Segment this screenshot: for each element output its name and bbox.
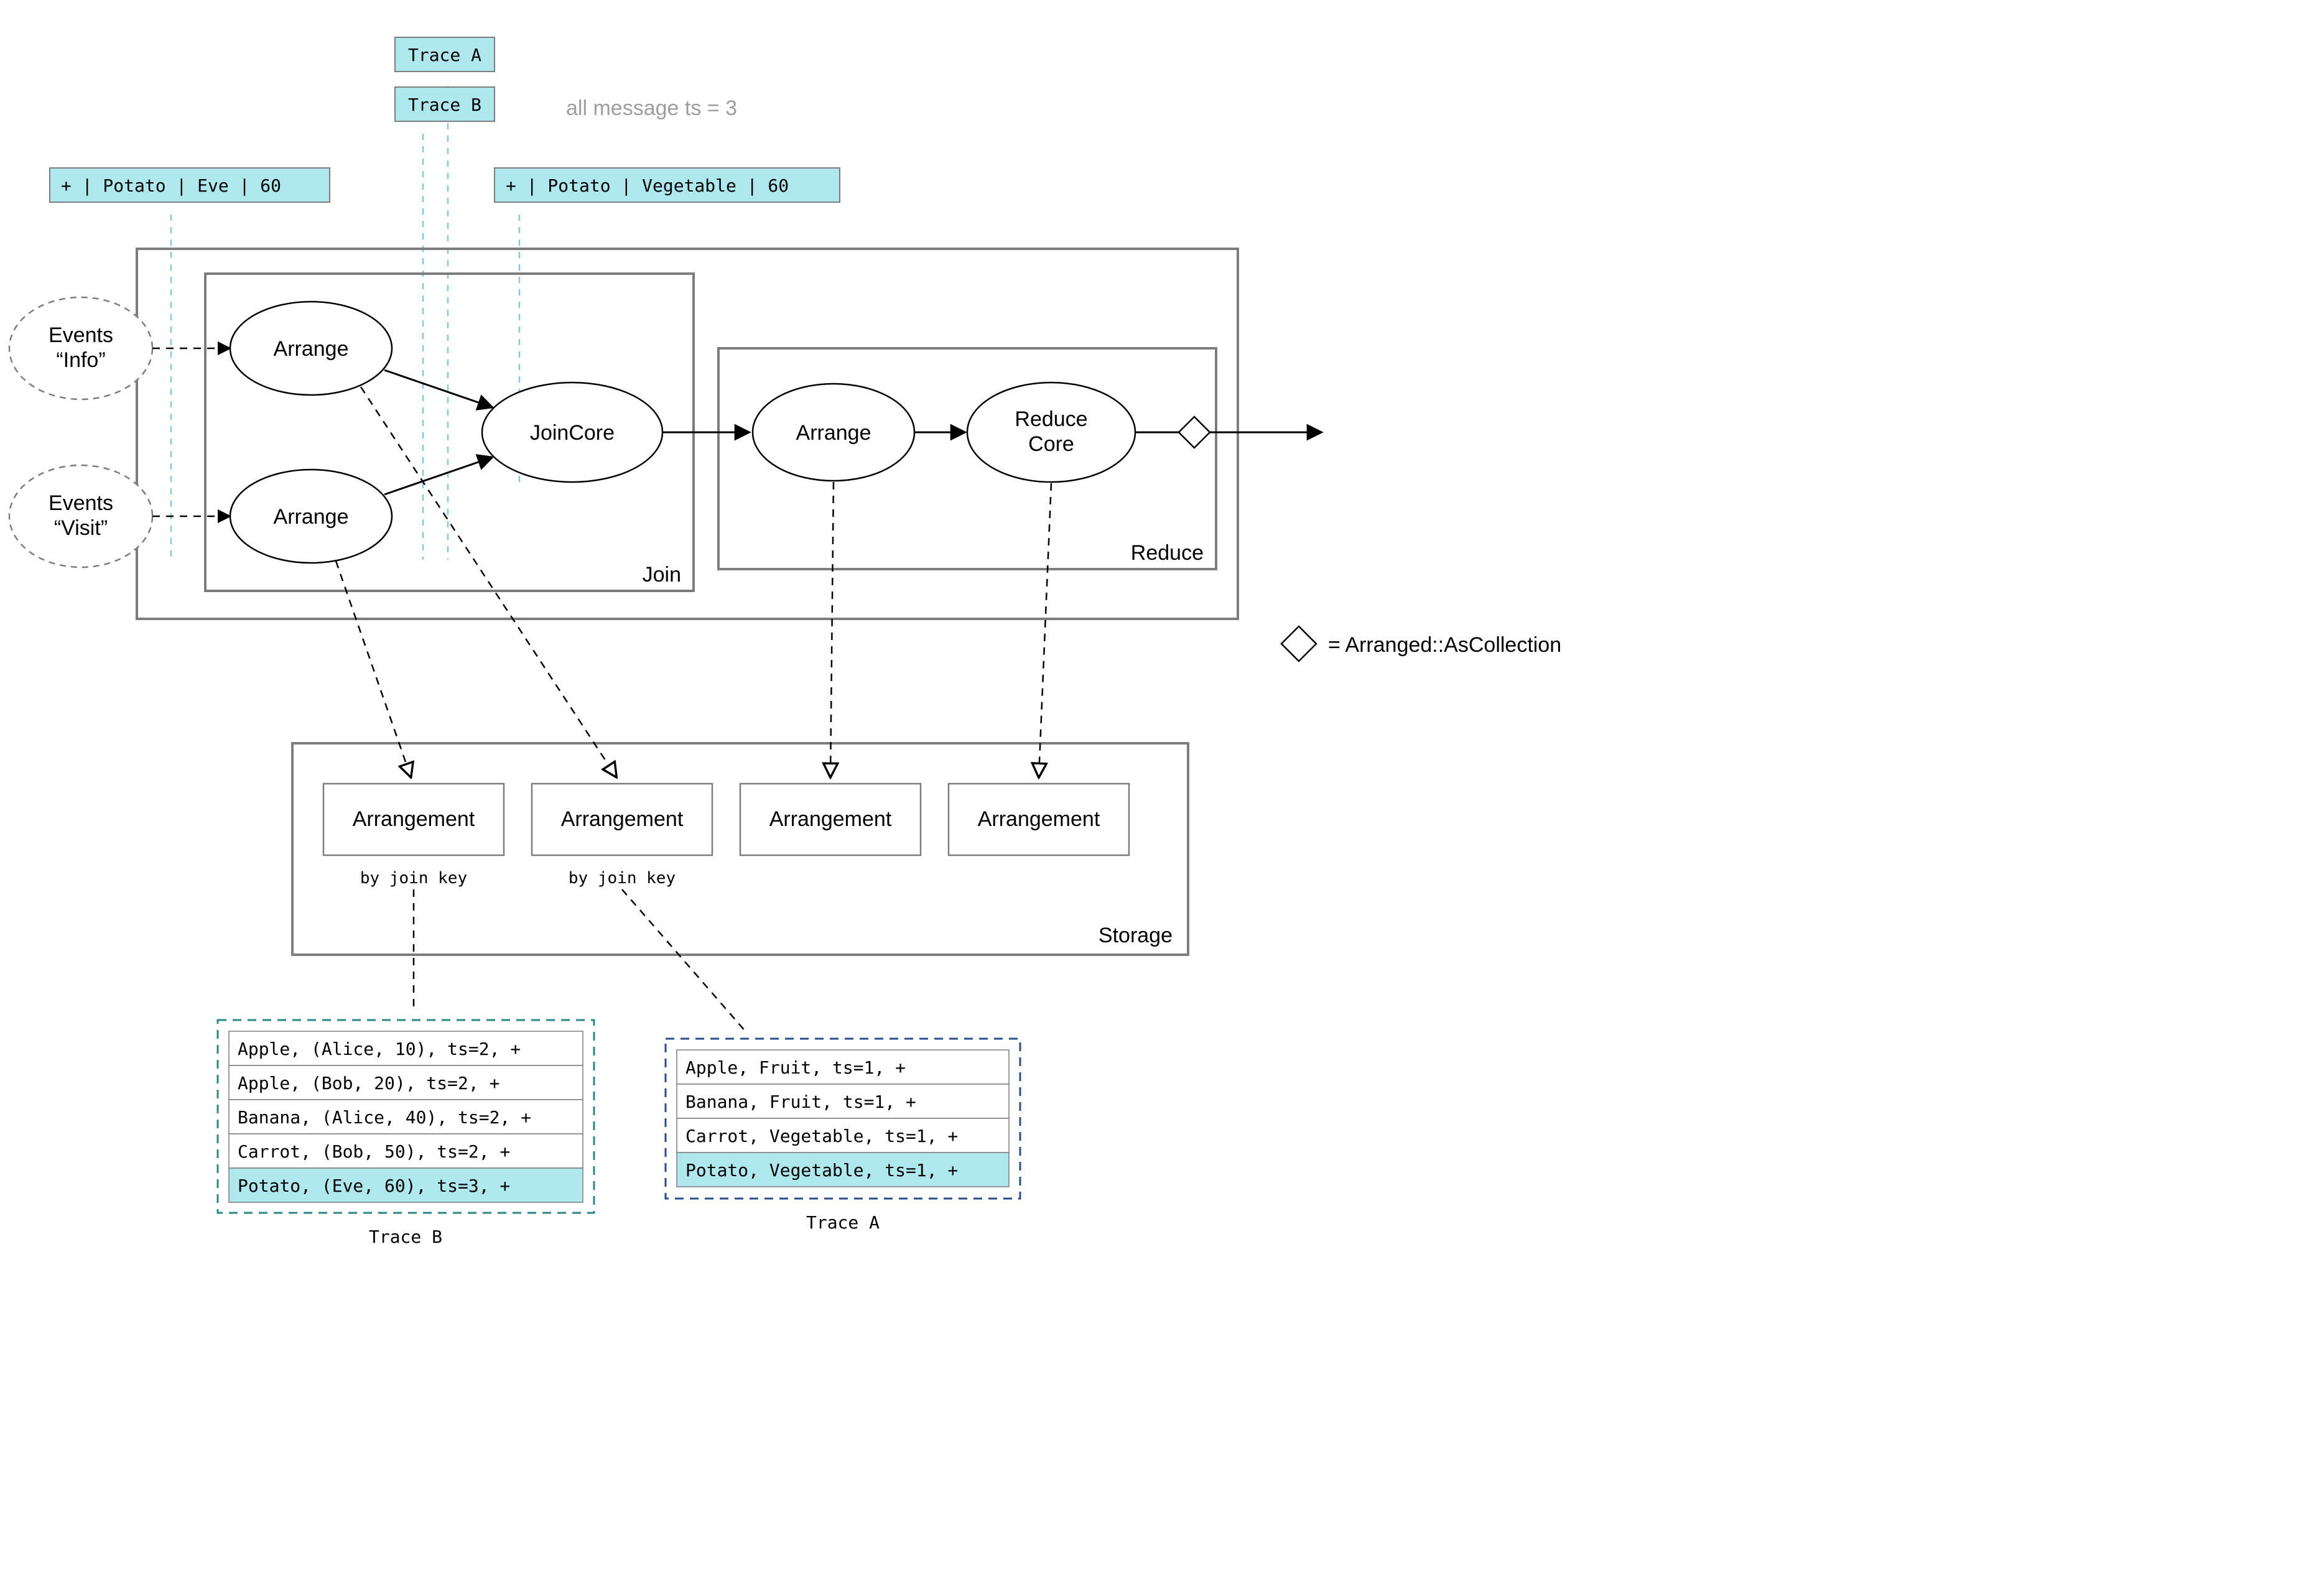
arrow-arrange2-joincore <box>384 457 493 494</box>
reduce-box-label: Reduce <box>1131 541 1204 565</box>
arrangement-slot-3: Arrangement <box>740 784 921 855</box>
svg-text:Events: Events <box>49 323 113 347</box>
arrow-arrange3-storage3 <box>830 482 834 776</box>
trace-a-table: Apple, Fruit, ts=1, + Banana, Fruit, ts=… <box>666 1039 1020 1233</box>
trace-a-label: Trace A <box>806 1212 880 1233</box>
svg-text:Apple, Fruit, ts=1, +: Apple, Fruit, ts=1, + <box>685 1057 906 1078</box>
svg-text:by join key: by join key <box>569 869 676 888</box>
svg-text:Banana, Fruit, ts=1, +: Banana, Fruit, ts=1, + <box>685 1092 916 1112</box>
operator-joincore: JoinCore <box>482 383 662 482</box>
svg-text:“Info”: “Info” <box>56 348 105 372</box>
svg-text:Arrange: Arrange <box>796 421 871 445</box>
svg-text:Arrangement: Arrangement <box>561 807 684 831</box>
operator-arrange-1: Arrange <box>230 302 392 395</box>
trace-b-label: Trace B <box>369 1227 442 1247</box>
operator-arrange-3: Arrange <box>753 384 914 481</box>
svg-text:Arrange: Arrange <box>274 505 349 529</box>
ts-note: all message ts = 3 <box>566 96 737 120</box>
svg-text:Arrangement: Arrangement <box>978 807 1100 831</box>
storage-box-label: Storage <box>1099 924 1173 947</box>
svg-text:“Visit”: “Visit” <box>54 516 108 540</box>
msg-left: + | Potato | Eve | 60 <box>50 168 330 202</box>
svg-text:Apple, (Bob, 20), ts=2, +: Apple, (Bob, 20), ts=2, + <box>238 1073 499 1093</box>
operator-arrange-2: Arrange <box>230 470 392 563</box>
svg-text:by join key: by join key <box>360 869 467 888</box>
svg-text:Reduce: Reduce <box>1015 407 1087 431</box>
arrangement-slot-1: Arrangement by join key <box>323 784 504 888</box>
svg-text:Events: Events <box>49 491 113 515</box>
as-collection-diamond <box>1179 417 1210 448</box>
source-events-visit: Events “Visit” <box>9 465 152 567</box>
arrangement-slot-2: Arrangement by join key <box>532 784 712 888</box>
svg-text:Arrange: Arrange <box>274 337 349 361</box>
msg-right: + | Potato | Vegetable | 60 <box>495 168 840 202</box>
msg-trace-a: Trace A <box>395 37 495 72</box>
operator-reducecore: Reduce Core <box>967 383 1135 482</box>
legend-diamond: = Arranged::AsCollection <box>1281 626 1561 661</box>
svg-text:JoinCore: JoinCore <box>530 421 615 445</box>
svg-text:Potato, Vegetable, ts=1, +: Potato, Vegetable, ts=1, + <box>685 1160 958 1181</box>
svg-text:Carrot, Vegetable, ts=1, +: Carrot, Vegetable, ts=1, + <box>685 1126 958 1146</box>
svg-text:Trace B: Trace B <box>408 95 481 115</box>
svg-text:Arrangement: Arrangement <box>769 807 892 831</box>
svg-text:Core: Core <box>1028 432 1074 456</box>
arrow-arrange1-joincore <box>384 370 493 407</box>
svg-text:Apple, (Alice, 10), ts=2, +: Apple, (Alice, 10), ts=2, + <box>238 1039 521 1059</box>
source-events-info: Events “Info” <box>9 297 152 399</box>
trace-b-table: Apple, (Alice, 10), ts=2, + Apple, (Bob,… <box>218 1020 594 1247</box>
arrow-reducecore-storage4 <box>1039 483 1051 776</box>
svg-text:Banana, (Alice, 40), ts=2, +: Banana, (Alice, 40), ts=2, + <box>238 1107 531 1128</box>
svg-text:Trace A: Trace A <box>408 45 481 65</box>
svg-text:= Arranged::AsCollection: = Arranged::AsCollection <box>1328 633 1561 657</box>
msg-trace-b: Trace B <box>395 87 495 121</box>
svg-text:Carrot, (Bob, 50), ts=2, +: Carrot, (Bob, 50), ts=2, + <box>238 1141 510 1162</box>
arrow-storage2-tracea <box>622 889 746 1032</box>
svg-text:Arrangement: Arrangement <box>353 807 475 831</box>
arrangement-slot-4: Arrangement <box>949 784 1129 855</box>
svg-text:+ | Potato | Eve | 60: + | Potato | Eve | 60 <box>61 175 281 196</box>
join-box-label: Join <box>643 563 681 587</box>
svg-text:Potato, (Eve, 60), ts=3, +: Potato, (Eve, 60), ts=3, + <box>238 1176 510 1196</box>
svg-text:+ | Potato | Vegetable | 60: + | Potato | Vegetable | 60 <box>506 175 789 196</box>
